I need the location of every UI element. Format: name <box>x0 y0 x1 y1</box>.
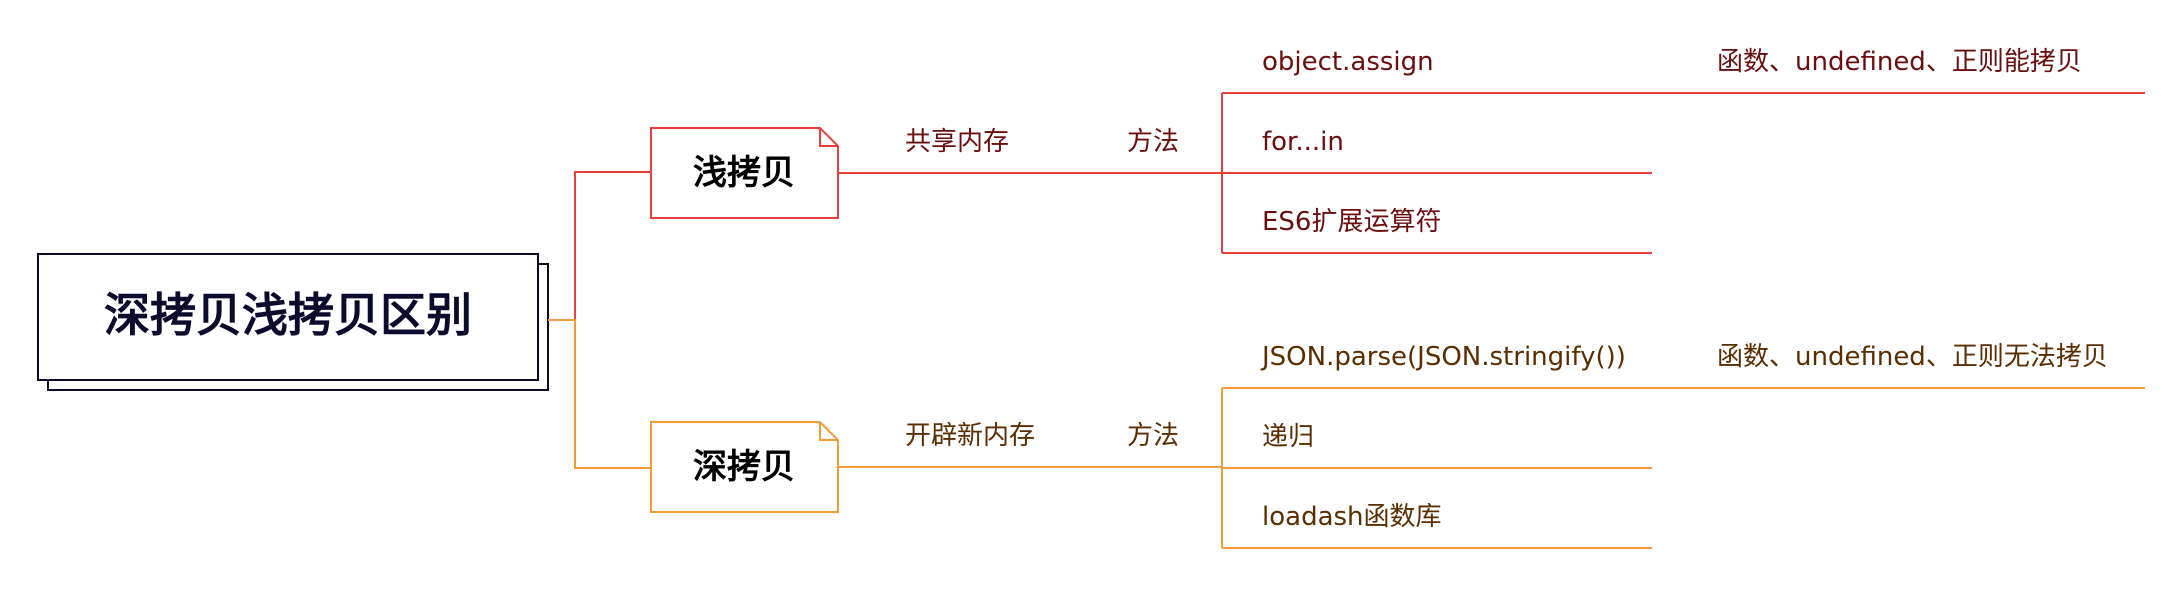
deep-method-1-note: 函数、undefined、正则无法拷贝 <box>1717 342 2108 372</box>
branch-shallow[interactable]: 浅拷贝 <box>650 127 839 219</box>
deep-memory-label: 开辟新内存 <box>905 421 1035 451</box>
deep-method-1-label[interactable]: JSON.parse(JSON.stringify()) <box>1260 342 1626 372</box>
branch-deep-label: 深拷贝 <box>693 447 795 487</box>
shallow-method-label: 方法 <box>1127 127 1179 157</box>
shallow-method-3-label[interactable]: ES6扩展运算符 <box>1262 207 1441 237</box>
connector-root-shallow <box>548 171 651 321</box>
shallow-method-2-label[interactable]: for...in <box>1262 127 1344 157</box>
deep-method-label: 方法 <box>1127 421 1179 451</box>
branch-deep[interactable]: 深拷贝 <box>650 421 839 513</box>
shallow-memory-label: 共享内存 <box>905 127 1009 157</box>
deep-method-2-label[interactable]: 递归 <box>1262 422 1314 452</box>
shallow-method-1-label[interactable]: object.assign <box>1262 47 1434 77</box>
connector-root-deep <box>548 319 651 469</box>
root-node-label: 深拷贝浅拷贝区别 <box>104 288 472 342</box>
shallow-method-1-note: 函数、undefined、正则能拷贝 <box>1717 47 2082 77</box>
root-node[interactable]: 深拷贝浅拷贝区别 <box>37 253 549 391</box>
branch-shallow-label: 浅拷贝 <box>693 153 795 193</box>
deep-method-3-label[interactable]: loadash函数库 <box>1262 502 1442 532</box>
mindmap-canvas: 深拷贝浅拷贝区别 浅拷贝 共享内存 方法 object.assign 函数、un… <box>37 47 2145 549</box>
